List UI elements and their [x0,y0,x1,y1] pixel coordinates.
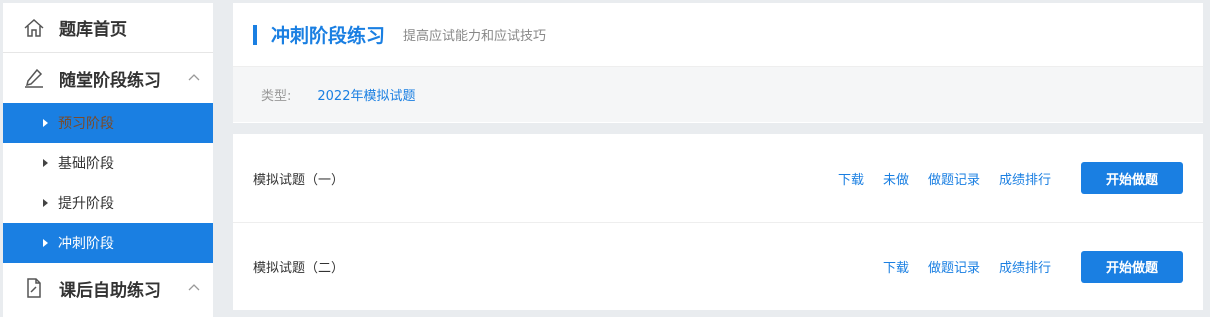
records-link[interactable]: 做题记录 [928,169,980,188]
sidebar-item-label: 提升阶段 [58,196,114,212]
filter-value-link[interactable]: 2022年模拟试题 [317,85,415,104]
not-done-link[interactable]: 未做 [883,169,909,188]
pencil-icon [23,67,45,89]
start-exam-button[interactable]: 开始做题 [1081,250,1183,283]
page-title: 冲刺阶段练习 [271,25,386,47]
start-exam-button[interactable]: 开始做题 [1081,162,1183,194]
exam-title: 模拟试题（一） [253,172,345,188]
caret-right-icon [43,159,48,167]
header-title-row: 冲刺阶段练习 提高应试能力和应试技巧 [233,3,1203,67]
exam-actions: 下载 未做 做题记录 成绩排行 开始做题 [838,134,1183,222]
type-filter: 类型: 2022年模拟试题 [233,67,1203,122]
ranking-link[interactable]: 成绩排行 [999,257,1051,276]
sidebar-item-label: 预习阶段 [58,116,114,132]
sidebar-item-basic[interactable]: 基础阶段 [3,143,213,183]
exam-title: 模拟试题（二） [253,261,345,276]
document-edit-icon [23,277,45,299]
sidebar: 题库首页 随堂阶段练习 预习阶段 基础阶段 提升阶段 冲刺阶段 课后自助练习 [3,3,213,317]
caret-right-icon [43,119,48,127]
records-link[interactable]: 做题记录 [928,257,980,276]
ranking-link[interactable]: 成绩排行 [999,169,1051,188]
sidebar-item-preview[interactable]: 预习阶段 [3,103,213,143]
sidebar-practice-label: 随堂阶段练习 [59,70,161,91]
chevron-up-icon[interactable] [187,280,201,294]
sidebar-practice-header[interactable]: 随堂阶段练习 [3,53,213,103]
sidebar-home-label: 题库首页 [59,20,127,40]
sidebar-home[interactable]: 题库首页 [3,3,213,53]
exam-row: 模拟试题（一） 下载 未做 做题记录 成绩排行 开始做题 [233,134,1203,222]
page-subtitle: 提高应试能力和应试技巧 [403,29,547,44]
filter-label: 类型: [261,89,292,104]
chevron-up-icon[interactable] [187,70,201,84]
page-header: 冲刺阶段练习 提高应试能力和应试技巧 类型: 2022年模拟试题 [233,3,1203,123]
title-accent-bar [253,24,257,45]
sidebar-item-sprint[interactable]: 冲刺阶段 [3,223,213,263]
sidebar-self-practice-label: 课后自助练习 [59,280,161,301]
sidebar-self-practice-header[interactable]: 课后自助练习 [3,263,213,313]
sidebar-item-advance[interactable]: 提升阶段 [3,183,213,223]
exam-list: 模拟试题（一） 下载 未做 做题记录 成绩排行 开始做题 模拟试题（二） 下载 … [233,134,1203,310]
caret-right-icon [43,199,48,207]
sidebar-item-label: 冲刺阶段 [58,236,114,252]
caret-right-icon [43,239,48,247]
exam-actions: 下载 做题记录 成绩排行 开始做题 [883,223,1183,310]
download-link[interactable]: 下载 [883,257,909,276]
download-link[interactable]: 下载 [838,169,864,188]
sidebar-item-label: 基础阶段 [58,156,114,172]
home-icon [23,17,45,39]
exam-row: 模拟试题（二） 下载 做题记录 成绩排行 开始做题 [233,222,1203,310]
